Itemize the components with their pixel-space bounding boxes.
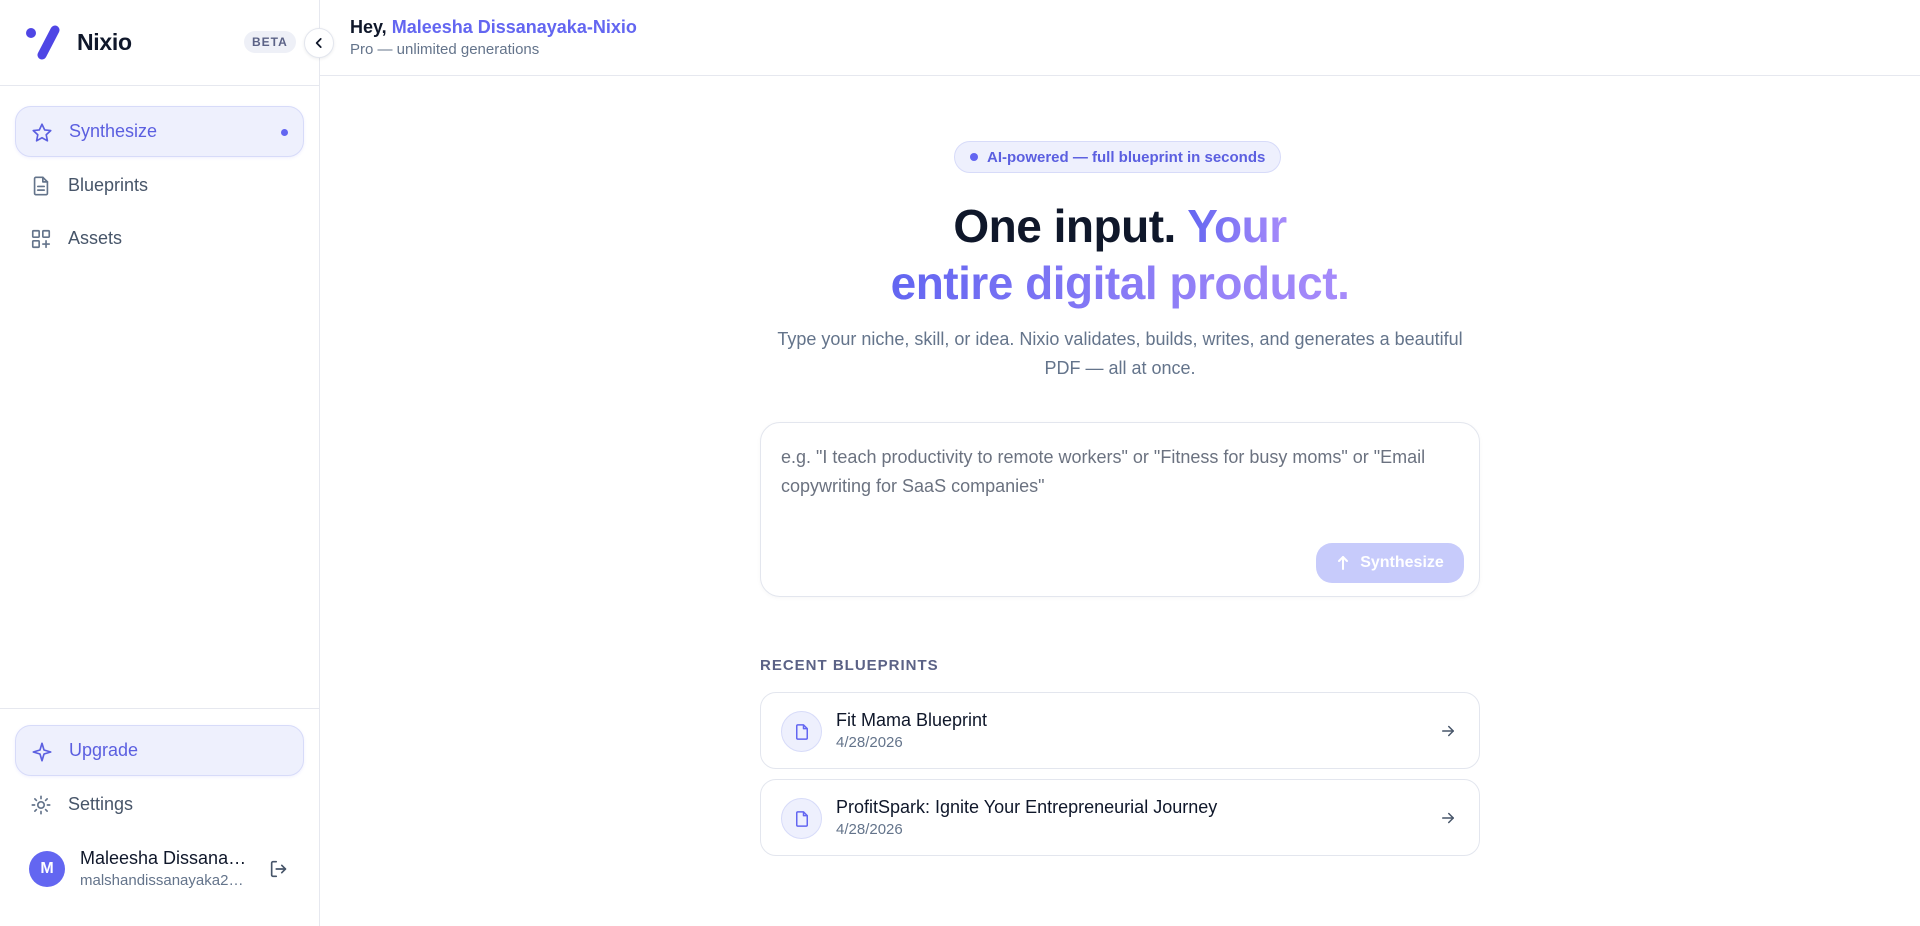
star-icon — [32, 123, 52, 142]
blueprint-list-item[interactable]: Fit Mama Blueprint 4/28/2026 — [760, 692, 1480, 769]
idea-input[interactable] — [781, 443, 1461, 533]
blueprint-date: 4/28/2026 — [836, 734, 903, 751]
logout-icon[interactable] — [268, 858, 290, 880]
upgrade-label: Upgrade — [69, 740, 139, 760]
document-icon — [33, 176, 49, 196]
sidebar-item-blueprints[interactable]: Blueprints — [15, 160, 304, 211]
avatar: M — [29, 851, 65, 887]
greeting-user-name: Maleesha Dissanayaka-Nixio — [391, 17, 637, 37]
sidebar-item-label: Assets — [68, 228, 123, 248]
beta-badge: BETA — [244, 31, 296, 53]
idea-input-card: Synthesize — [760, 422, 1480, 597]
chevron-left-icon — [315, 38, 322, 48]
pill-text: AI-powered — full blueprint in seconds — [987, 148, 1266, 166]
pill-dot — [970, 153, 978, 161]
hero-subtitle: Type your niche, skill, or idea. Nixio v… — [777, 329, 1463, 378]
user-email: malshandissanayaka2@gmail.com — [80, 872, 255, 889]
sidebar-divider — [0, 708, 320, 709]
upgrade-button[interactable]: Upgrade — [15, 725, 304, 776]
settings-label: Settings — [68, 794, 134, 814]
user-name: Maleesha Dissanayaka-Nixio — [80, 848, 255, 868]
hero-dark-text: One input. — [953, 200, 1176, 252]
sparkle-icon — [32, 742, 52, 762]
arrow-right-icon — [1442, 812, 1454, 824]
blueprint-date: 4/28/2026 — [836, 821, 903, 838]
hero-accent-text: Your — [1187, 200, 1287, 252]
user-profile[interactable]: M Maleesha Dissanayaka-Nixio malshandiss… — [15, 842, 304, 898]
blueprint-file-icon — [781, 711, 822, 752]
hero-heading: One input. Your entire digital product. — [720, 198, 1520, 312]
blueprint-title: Fit Mama Blueprint — [836, 710, 988, 730]
synthesize-button[interactable]: Synthesize — [1316, 543, 1464, 583]
brand-name: Nixio — [77, 29, 132, 55]
sidebar-item-label: Synthesize — [69, 121, 158, 141]
blueprint-list-item[interactable]: ProfitSpark: Ignite Your Entrepreneurial… — [760, 779, 1480, 856]
nixio-logo-icon[interactable] — [24, 24, 64, 64]
grid-plus-icon — [31, 229, 51, 249]
active-indicator-dot — [281, 129, 288, 136]
greeting: Hey, Maleesha Dissanayaka-Nixio — [350, 17, 637, 38]
sidebar-item-label: Blueprints — [68, 175, 149, 195]
top-header: Hey, Maleesha Dissanayaka-Nixio Pro — un… — [320, 0, 1920, 76]
sidebar-item-settings[interactable]: Settings — [15, 779, 304, 830]
arrow-up-icon — [1338, 556, 1349, 570]
sidebar-item-assets[interactable]: Assets — [15, 213, 304, 264]
blueprint-file-icon — [781, 798, 822, 839]
settings-sun-icon — [31, 795, 51, 815]
arrow-right-icon — [1442, 725, 1454, 737]
hero-accent-text-2: entire digital product. — [890, 257, 1350, 309]
synthesize-button-label: Synthesize — [1360, 554, 1444, 571]
recent-blueprints-heading: RECENT BLUEPRINTS — [760, 657, 939, 674]
ai-powered-pill: AI-powered — full blueprint in seconds — [954, 141, 1282, 173]
collapse-sidebar-button[interactable] — [304, 28, 334, 58]
plan-status: Pro — unlimited generations — [350, 41, 540, 58]
sidebar: Nixio BETA Synthesize Blueprints Assets — [0, 0, 320, 926]
blueprint-title: ProfitSpark: Ignite Your Entrepreneurial… — [836, 797, 1218, 817]
brand-header: Nixio BETA — [0, 0, 320, 86]
sidebar-item-synthesize[interactable]: Synthesize — [15, 106, 304, 157]
greeting-prefix: Hey, — [350, 17, 387, 37]
